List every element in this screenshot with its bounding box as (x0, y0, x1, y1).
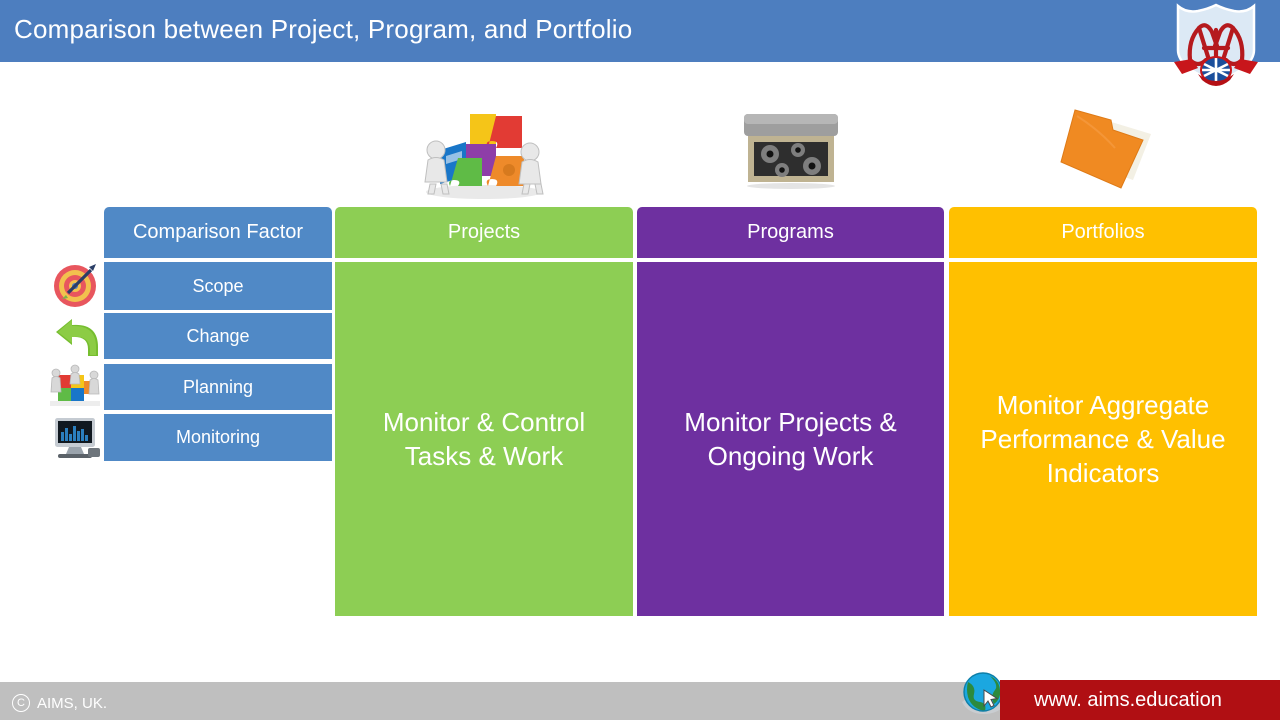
copyright-block: C AIMS, UK. (12, 694, 107, 712)
table-header-label: Programs (747, 221, 834, 243)
website-bar[interactable]: www. aims.education (1000, 680, 1280, 720)
factor-label: Scope (192, 275, 244, 296)
factor-row-monitoring: Monitoring (104, 414, 332, 461)
gear-box-icon (740, 110, 842, 190)
table-header-comparison-factor: Comparison Factor (104, 207, 332, 258)
page-title: Comparison between Project, Program, and… (14, 14, 633, 44)
factor-label: Change (186, 325, 250, 346)
table-header-label: Portfolios (1061, 221, 1145, 243)
table-header-programs: Programs (637, 207, 944, 258)
table-header-portfolios: Portfolios (949, 207, 1257, 258)
green-curved-arrow-icon (50, 311, 102, 359)
aims-crest-logo (1168, 2, 1264, 86)
copyright-text: AIMS, UK. (37, 694, 108, 712)
table-header-projects: Projects (335, 207, 633, 258)
factor-row-change: Change (104, 313, 332, 359)
panel-projects: Monitor & Control Tasks & Work (335, 262, 633, 616)
puzzle-people-icon (410, 100, 558, 200)
slide-header: Comparison between Project, Program, and… (0, 0, 1280, 62)
factor-label: Planning (182, 376, 254, 397)
factor-row-planning: Planning (104, 364, 332, 410)
table-header-label: Projects (447, 221, 521, 243)
orange-folder-icon (1055, 96, 1159, 196)
panel-text: Monitor Aggregate Performance & Value In… (980, 389, 1226, 489)
panel-programs: Monitor Projects & Ongoing Work (637, 262, 944, 616)
factor-row-scope: Scope (104, 262, 332, 310)
website-url[interactable]: www. aims.education (1034, 689, 1222, 712)
table-header-label: Comparison Factor (132, 221, 304, 243)
factor-label: Monitoring (175, 427, 261, 447)
copyright-icon: C (12, 694, 30, 712)
target-dartboard-icon (50, 262, 100, 308)
computer-monitor-icon (50, 412, 102, 462)
puzzle-collaboration-icon (48, 361, 102, 411)
panel-portfolios: Monitor Aggregate Performance & Value In… (949, 262, 1257, 616)
slide-root: Comparison between Project, Program, and… (0, 0, 1280, 720)
panel-text: Monitor & Control Tasks & Work (382, 406, 586, 471)
panel-text: Monitor Projects & Ongoing Work (684, 406, 897, 471)
